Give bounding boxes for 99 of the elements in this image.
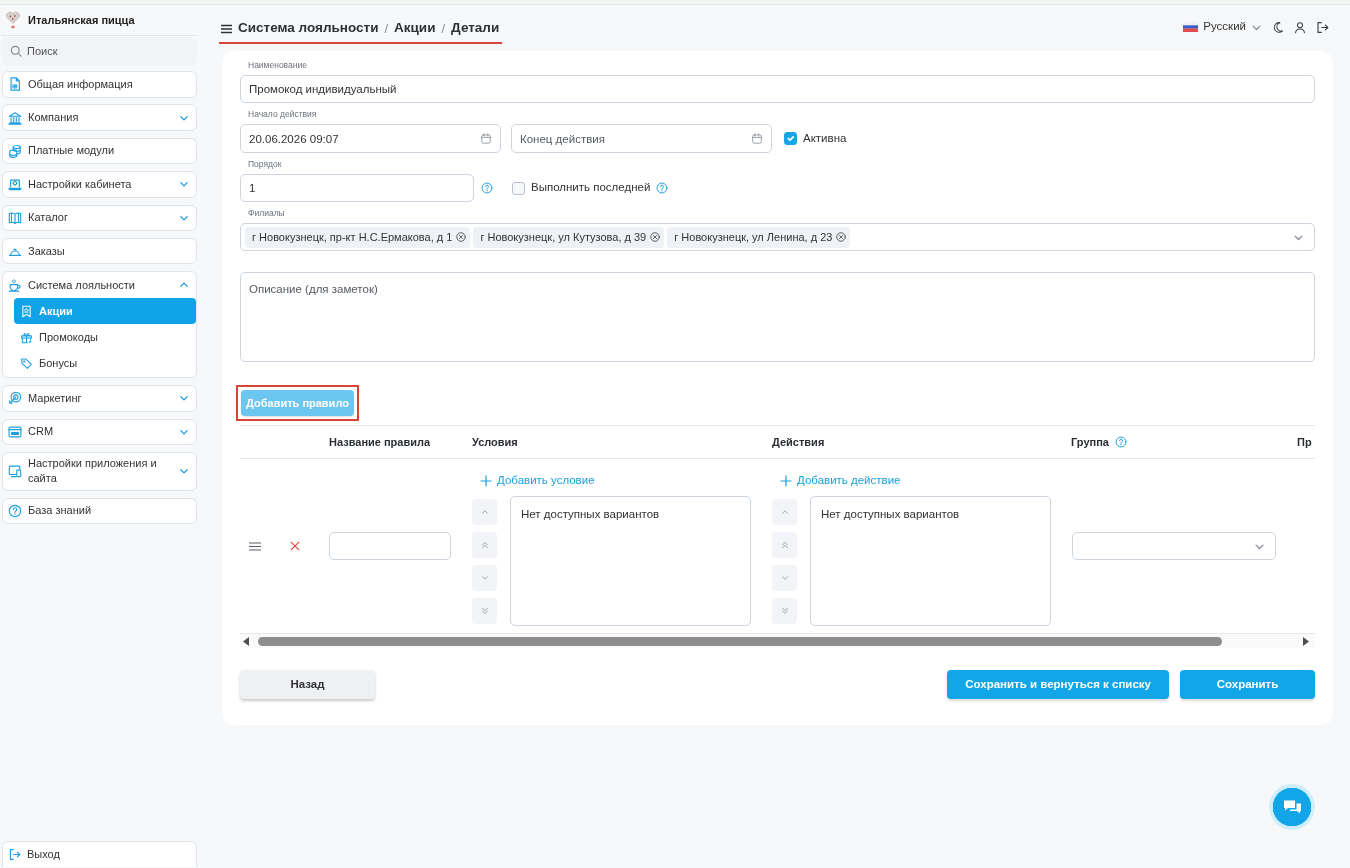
remove-icon[interactable] xyxy=(650,232,661,242)
options-list: Нет доступных вариантов xyxy=(810,496,1051,626)
chevron-up-icon xyxy=(779,507,790,517)
options-list: Нет доступных вариантов xyxy=(510,496,751,626)
horizontal-scrollbar[interactable] xyxy=(240,634,1315,648)
chevron-down-icon xyxy=(779,573,790,583)
checkbox-label: Активна xyxy=(803,130,847,146)
move-to-bottom-button[interactable] xyxy=(772,598,797,624)
plus-icon xyxy=(780,475,792,487)
field-label: Филиалы xyxy=(248,208,286,218)
devices-icon xyxy=(8,464,22,479)
search-field[interactable]: Поиск xyxy=(2,37,197,65)
sidebar-item[interactable]: Каталог xyxy=(2,204,197,232)
chip-label: г Новокузнецк, пр-кт Н.С.Ермакова, д 1 xyxy=(252,229,453,245)
triangle-left-icon[interactable] xyxy=(243,636,249,646)
map-icon xyxy=(8,210,22,225)
sidebar-item[interactable]: Выход xyxy=(2,840,197,867)
sidebar-subitem[interactable]: Промокоды xyxy=(14,324,196,351)
field-label: Наименование xyxy=(248,60,308,70)
moon-icon[interactable] xyxy=(1272,20,1284,34)
chat-button[interactable] xyxy=(1269,784,1315,830)
sidebar-subitem[interactable]: Бонусы xyxy=(14,350,196,377)
double-chevron-up-icon xyxy=(779,540,790,550)
sidebar-item[interactable]: Настройки кабинета xyxy=(2,171,197,198)
calendar-icon[interactable] xyxy=(481,133,491,144)
date-field[interactable]: 20.06.2026 09:07 xyxy=(240,124,501,153)
heart-logo xyxy=(5,10,21,30)
checkbox[interactable] xyxy=(784,132,797,145)
chip-label: г Новокузнецк, ул Ленина, д 23 xyxy=(674,229,833,245)
breadcrumb-link[interactable]: Акции xyxy=(394,18,436,39)
plus-icon xyxy=(480,475,492,487)
cross-icon[interactable] xyxy=(290,541,300,551)
move-to-bottom-button[interactable] xyxy=(472,598,497,624)
calendar-icon[interactable] xyxy=(752,133,762,144)
column-header: Действия xyxy=(772,434,825,450)
window-card-icon xyxy=(8,424,22,439)
column-header: Название правила xyxy=(329,434,431,450)
checkbox-label: Выполнить последней xyxy=(531,180,651,196)
coins-icon xyxy=(8,144,22,159)
sidebar-item[interactable]: Платные модули xyxy=(2,137,197,165)
logout-icon xyxy=(8,847,21,861)
drag-handle-icon[interactable] xyxy=(249,541,261,551)
document-icon xyxy=(8,77,22,92)
cup-heart-icon xyxy=(8,278,22,293)
chip-label: г Новокузнецк, ул Кутузова, д 39 xyxy=(480,229,647,245)
help-icon xyxy=(8,503,22,518)
help-icon[interactable] xyxy=(481,182,493,194)
double-chevron-up-icon xyxy=(479,540,490,550)
breadcrumb-current: Детали xyxy=(451,19,500,38)
bank-icon xyxy=(8,110,22,125)
double-chevron-down-icon xyxy=(479,606,490,616)
search-icon xyxy=(10,45,22,57)
multi-select-field[interactable]: г Новокузнецк, пр-кт Н.С.Ермакова, д 1 г Новокузнецк, ул Кутузова, д 39 г Новокузнецк, ул Ленина, д 23 xyxy=(240,223,1315,251)
chevron-up-icon xyxy=(479,507,490,517)
scrollbar-thumb[interactable] xyxy=(258,636,1222,646)
tag-icon xyxy=(20,356,33,370)
sidebar-item[interactable]: CRM xyxy=(2,418,197,446)
logout-icon[interactable] xyxy=(1316,20,1329,34)
breadcrumb-link[interactable]: Система лояльности xyxy=(238,18,379,39)
user-icon[interactable] xyxy=(1294,20,1306,34)
name-input[interactable]: Промокод индивидуальный xyxy=(240,75,1315,103)
move-to-top-button[interactable] xyxy=(472,532,497,558)
column-header: Условия xyxy=(472,434,518,450)
remove-icon[interactable] xyxy=(836,232,847,242)
gift-icon xyxy=(20,330,33,344)
sidebar-item[interactable]: Компания xyxy=(2,104,197,131)
sidebar-item[interactable]: Система лояльности xyxy=(3,272,196,299)
rule-name-input[interactable] xyxy=(329,532,451,560)
column-header: Пр xyxy=(1297,434,1312,450)
sidebar-item[interactable]: Заказы xyxy=(2,237,197,265)
menu-icon[interactable] xyxy=(221,23,232,34)
flag-icon xyxy=(1183,22,1199,32)
language-select[interactable]: Русский xyxy=(1183,18,1262,36)
remove-icon[interactable] xyxy=(456,232,467,242)
chevron-down-icon xyxy=(479,573,490,583)
move-to-top-button[interactable] xyxy=(772,532,797,558)
field-label: Порядок xyxy=(248,159,283,169)
triangle-right-icon[interactable] xyxy=(1303,636,1309,646)
order-input[interactable]: 1 xyxy=(240,174,474,202)
breadcrumb-separator: / xyxy=(384,19,389,38)
bookmark-star-icon xyxy=(20,304,33,318)
sidebar-item[interactable]: База знаний xyxy=(2,497,197,525)
sidebar-item[interactable]: Маркетинг xyxy=(2,385,197,412)
help-icon[interactable] xyxy=(656,182,669,194)
chat-bubbles-icon xyxy=(1282,798,1302,816)
checkbox[interactable] xyxy=(512,181,525,195)
date-field[interactable]: Конец действия xyxy=(511,124,772,153)
back-button[interactable]: Назад xyxy=(240,670,375,699)
breadcrumb-separator: / xyxy=(441,19,446,38)
brand-title: Итальянская пицца xyxy=(28,12,135,28)
description-textarea[interactable]: Описание (для заметок) xyxy=(240,272,1315,362)
sidebar-item[interactable]: Настройки приложения и сайта xyxy=(2,452,197,491)
laptop-gear-icon xyxy=(8,177,22,192)
double-chevron-down-icon xyxy=(779,606,790,616)
field-label: Начало действия xyxy=(248,109,318,119)
sidebar-item[interactable]: Общая информация xyxy=(2,71,197,98)
group-select[interactable] xyxy=(1072,532,1276,560)
help-icon[interactable] xyxy=(1114,436,1127,448)
column-header: Группа xyxy=(1071,434,1109,450)
